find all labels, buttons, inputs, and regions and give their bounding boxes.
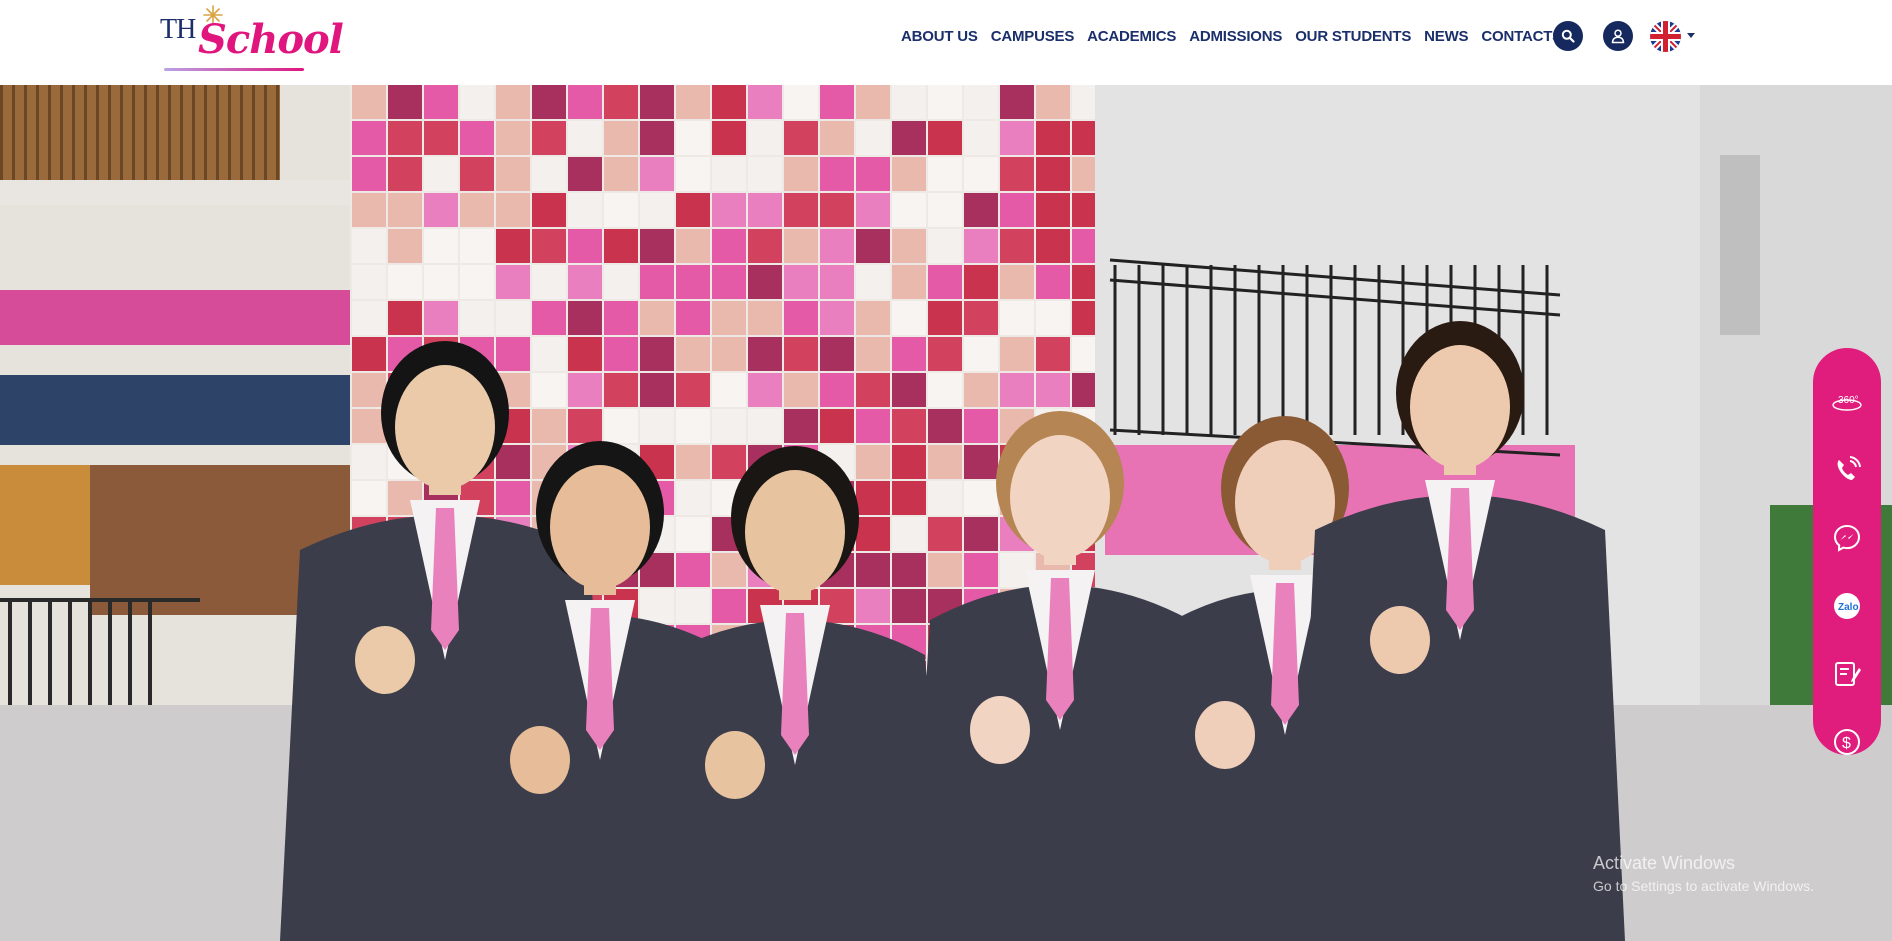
floating-contact-bar: 360° Zalo $ xyxy=(1813,348,1881,755)
logo-underline xyxy=(164,68,304,71)
nav-our-students[interactable]: OUR STUDENTS xyxy=(1295,28,1411,45)
svg-text:360°: 360° xyxy=(1838,395,1859,406)
nav-campuses[interactable]: CAMPUSES xyxy=(991,28,1075,45)
registration-button[interactable] xyxy=(1827,654,1867,694)
tuition-fee-icon: $ xyxy=(1834,729,1860,755)
svg-text:$: $ xyxy=(1842,735,1851,752)
nav-admissions[interactable]: ADMISSIONS xyxy=(1189,28,1282,45)
hero-banner-photo xyxy=(0,85,1892,941)
site-header: TH School ABOUT US CAMPUSES ACADEMICS AD… xyxy=(0,0,1892,85)
main-nav: ABOUT US CAMPUSES ACADEMICS ADMISSIONS O… xyxy=(901,28,1575,45)
logo-prefix: TH xyxy=(160,14,196,45)
logo-word: School xyxy=(198,16,344,63)
phone-icon xyxy=(1837,456,1861,480)
watermark-title: Activate Windows xyxy=(1593,853,1736,873)
view-360-button[interactable]: 360° xyxy=(1827,382,1867,422)
activate-windows-watermark: Activate Windows Go to Settings to activ… xyxy=(1593,853,1814,894)
watermark-subtitle: Go to Settings to activate Windows. xyxy=(1593,878,1814,894)
language-selector[interactable] xyxy=(1650,21,1700,53)
nav-about-us[interactable]: ABOUT US xyxy=(901,28,978,45)
search-icon xyxy=(1561,29,1575,43)
chevron-down-icon xyxy=(1687,33,1695,38)
th-school-logo[interactable]: TH School xyxy=(158,4,344,74)
registration-form-icon xyxy=(1835,662,1861,686)
messenger-button[interactable] xyxy=(1827,518,1867,558)
messenger-icon xyxy=(1833,524,1861,552)
nav-academics[interactable]: ACADEMICS xyxy=(1087,28,1176,45)
call-button[interactable] xyxy=(1827,450,1867,490)
tuition-fee-button[interactable]: $ xyxy=(1827,722,1867,762)
search-button[interactable] xyxy=(1553,21,1583,51)
account-button[interactable] xyxy=(1603,21,1633,51)
360-view-icon: 360° xyxy=(1832,395,1862,411)
students-group-photo xyxy=(0,85,1892,941)
svg-text:Zalo: Zalo xyxy=(1838,602,1859,613)
uk-flag-icon xyxy=(1650,21,1681,52)
zalo-icon: Zalo xyxy=(1834,593,1860,619)
nav-news[interactable]: NEWS xyxy=(1424,28,1468,45)
nav-contacts[interactable]: CONTACTS xyxy=(1481,28,1562,45)
user-icon xyxy=(1611,29,1625,44)
zalo-button[interactable]: Zalo xyxy=(1827,586,1867,626)
